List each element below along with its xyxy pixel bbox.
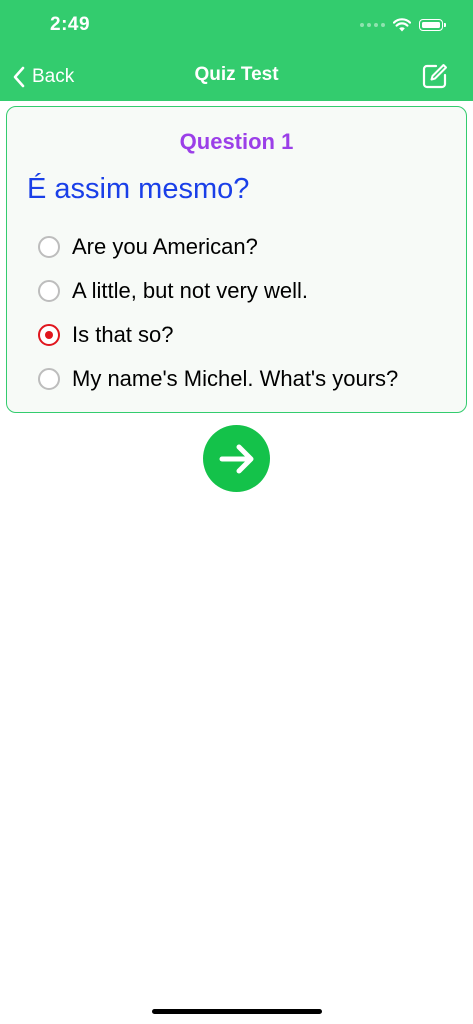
- answer-option-label: Is that so?: [72, 322, 174, 347]
- answer-option-label: A little, but not very well.: [72, 278, 308, 303]
- question-number: Question 1: [179, 129, 294, 154]
- radio-button[interactable]: [38, 280, 60, 302]
- status-icons: [360, 18, 446, 32]
- home-indicator[interactable]: [152, 1009, 322, 1014]
- edit-square-icon: [422, 64, 447, 89]
- quiz-screen: 2:49 Back Quiz Test Question 1 É assim m…: [0, 0, 473, 1024]
- answer-option-label: Are you American?: [72, 234, 258, 259]
- header-bar: 2:49 Back Quiz Test: [0, 0, 473, 101]
- wifi-icon: [393, 18, 411, 32]
- answer-option[interactable]: Are you American?: [38, 232, 258, 262]
- signal-dots-icon: [360, 23, 385, 27]
- page-title: Quiz Test: [194, 64, 279, 85]
- radio-button[interactable]: [38, 368, 60, 390]
- answer-option[interactable]: My name's Michel. What's yours?: [38, 364, 398, 394]
- question-text: É assim mesmo?: [27, 173, 250, 205]
- radio-button[interactable]: [38, 236, 60, 258]
- edit-button[interactable]: [421, 62, 449, 90]
- answer-option-label: My name's Michel. What's yours?: [72, 366, 399, 391]
- question-card: Question 1 É assim mesmo? Are you Americ…: [6, 106, 467, 413]
- radio-button-selected[interactable]: [38, 324, 60, 346]
- next-button[interactable]: [203, 425, 270, 492]
- answer-option[interactable]: A little, but not very well.: [38, 276, 308, 306]
- battery-icon: [419, 19, 446, 31]
- arrow-right-icon: [219, 444, 253, 473]
- answer-option-selected[interactable]: Is that so?: [38, 320, 174, 350]
- status-time: 2:49: [50, 14, 91, 35]
